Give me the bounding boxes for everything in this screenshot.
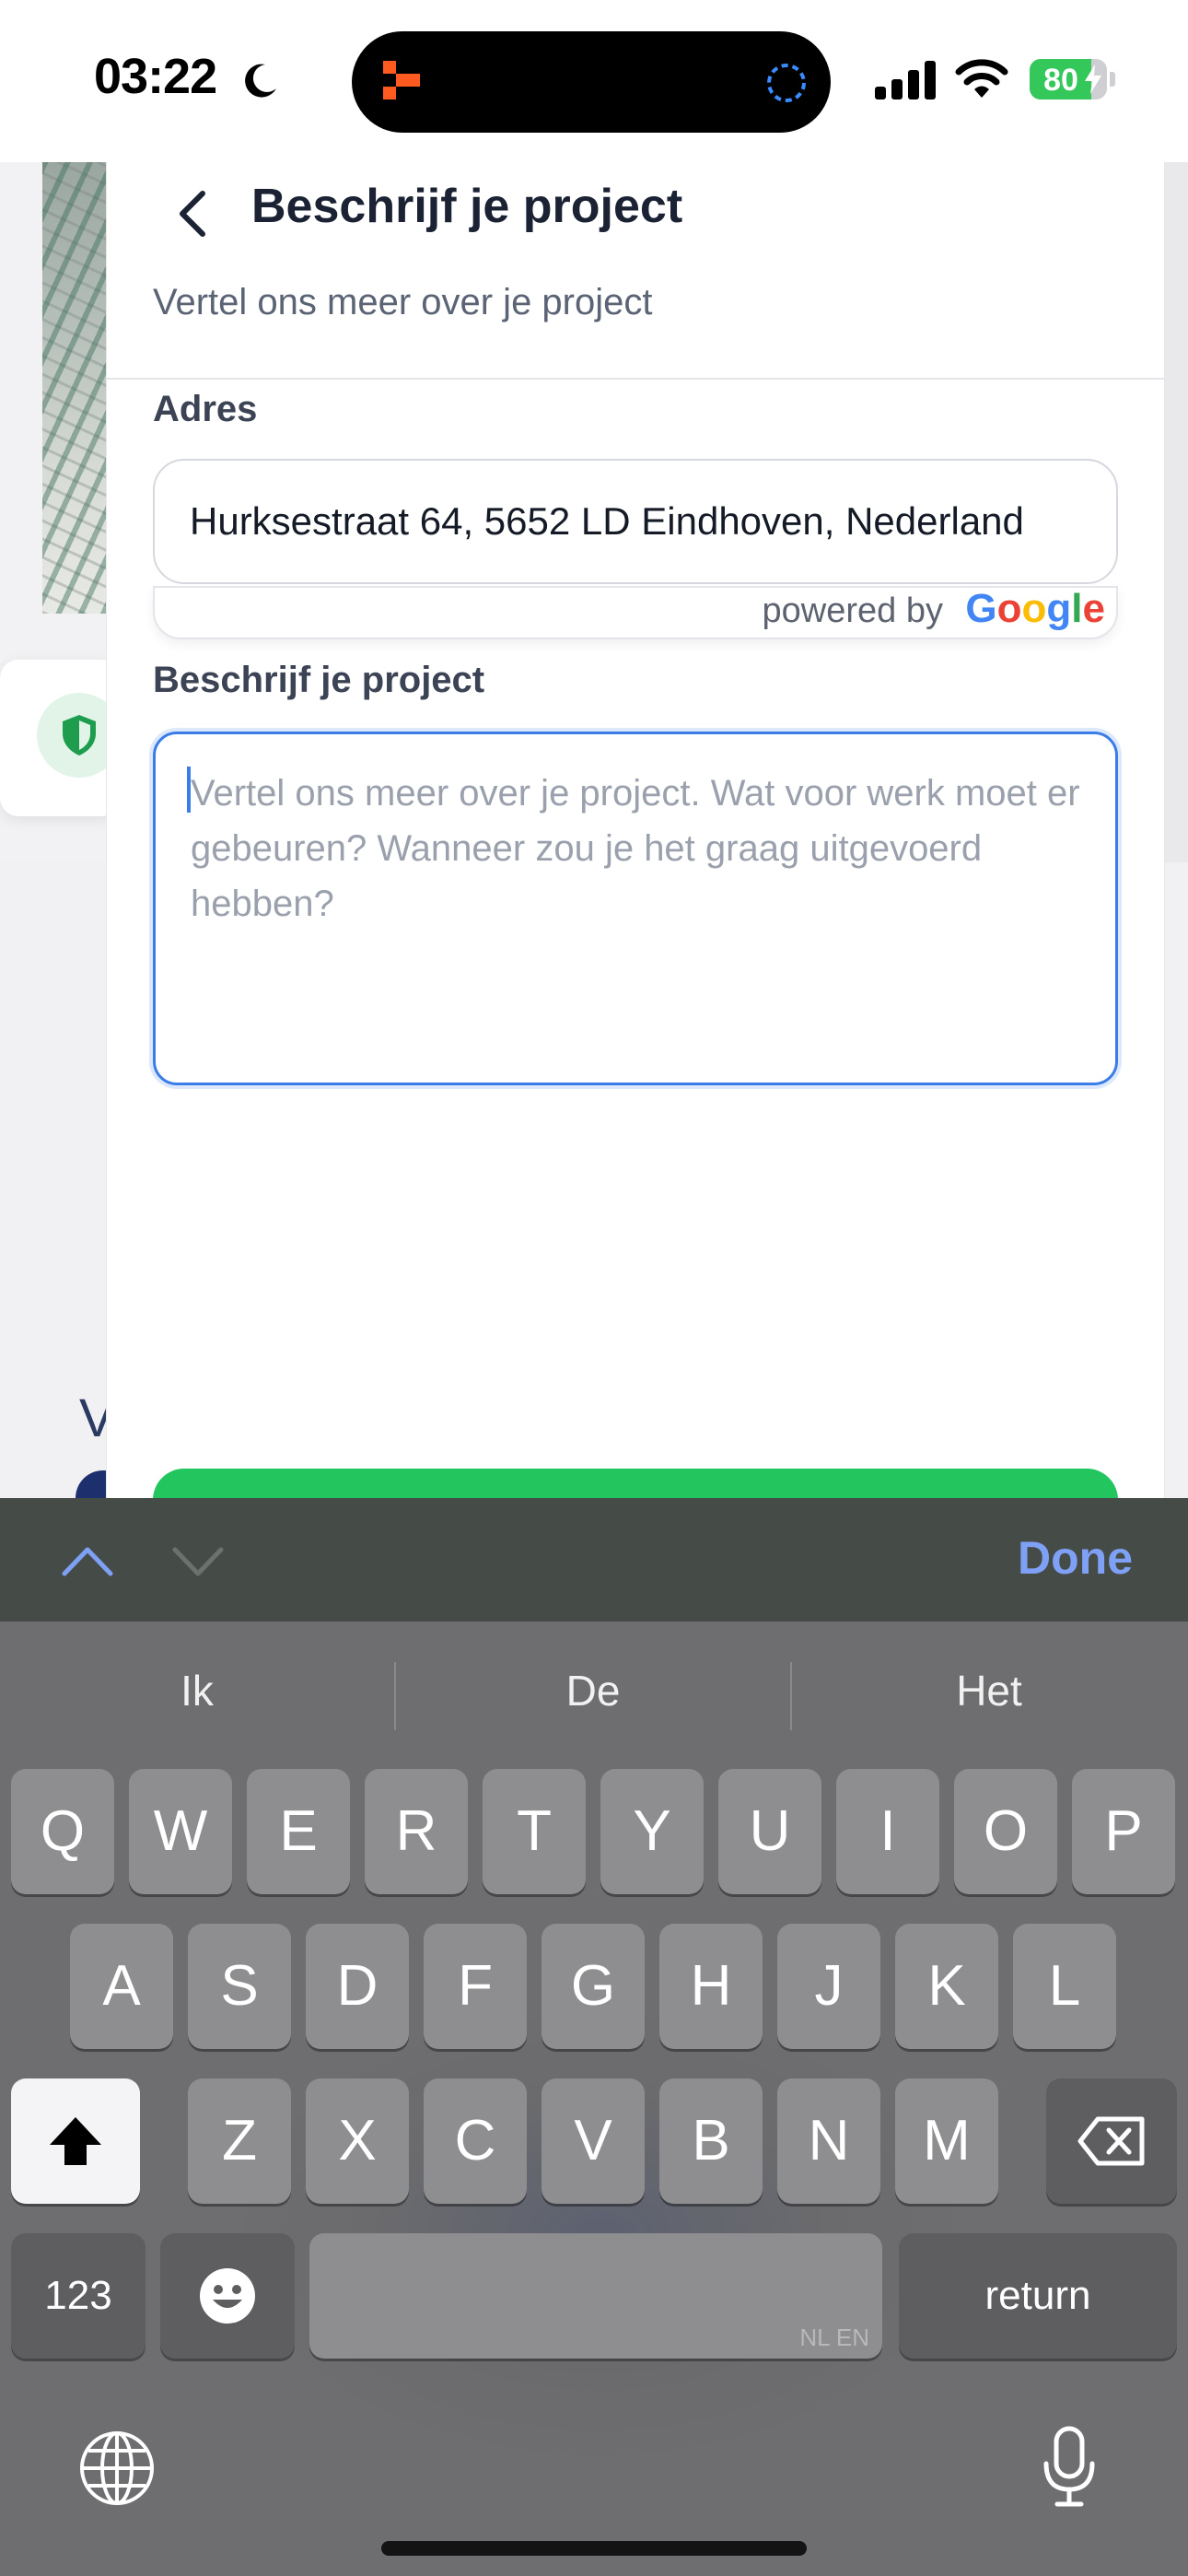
suggestion-3[interactable]: Het [792, 1622, 1186, 1760]
wifi-icon [955, 59, 1008, 98]
key-q[interactable]: Q [11, 1769, 114, 1894]
background-card [0, 660, 122, 816]
key-a[interactable]: A [70, 1924, 173, 2049]
key-w[interactable]: W [129, 1769, 232, 1894]
key-j[interactable]: J [777, 1924, 880, 2049]
key-h[interactable]: H [659, 1924, 763, 2049]
key-y[interactable]: Y [600, 1769, 704, 1894]
app-activity-icon [383, 61, 420, 100]
cellular-signal-icon [875, 61, 936, 100]
project-description-input[interactable] [153, 732, 1118, 1085]
globe-icon[interactable] [77, 2429, 157, 2508]
key-u[interactable]: U [718, 1769, 821, 1894]
charging-bolt-icon [1085, 64, 1101, 94]
key-d[interactable]: D [306, 1924, 409, 2049]
battery-indicator: 80 [1030, 59, 1115, 100]
key-b[interactable]: B [659, 2078, 763, 2204]
key-i[interactable]: I [836, 1769, 939, 1894]
page-subtitle: Vertel ons meer over je project [153, 282, 653, 322]
key-l[interactable]: L [1013, 1924, 1116, 2049]
key-r[interactable]: R [365, 1769, 468, 1894]
background-photo [42, 162, 116, 614]
emoji-key[interactable] [160, 2233, 295, 2359]
page-title: Beschrijf je project [251, 180, 683, 233]
home-indicator [381, 2541, 807, 2556]
google-logo: Google [965, 586, 1105, 631]
return-key[interactable]: return [899, 2233, 1177, 2359]
dashed-circle-icon [767, 64, 806, 102]
delete-key[interactable] [1046, 2078, 1177, 2204]
emoji-icon [200, 2268, 255, 2324]
keyboard-language-indicator: NL EN [799, 2324, 869, 2351]
status-time: 03:22 [94, 49, 217, 104]
keyboard-accessory-bar: Done [0, 1498, 1188, 1622]
address-label: Adres [153, 389, 258, 429]
previous-field-button[interactable] [55, 1531, 120, 1587]
chevron-left-icon [180, 191, 205, 237]
back-button[interactable] [157, 175, 230, 249]
suggestion-2[interactable]: De [396, 1622, 790, 1760]
key-z[interactable]: Z [188, 2078, 291, 2204]
numbers-key[interactable]: 123 [11, 2233, 146, 2359]
moon-icon [245, 64, 276, 98]
key-p[interactable]: P [1072, 1769, 1175, 1894]
key-k[interactable]: K [895, 1924, 998, 2049]
key-o[interactable]: O [954, 1769, 1057, 1894]
suggestion-1[interactable]: Ik [0, 1622, 394, 1760]
key-c[interactable]: C [424, 2078, 527, 2204]
key-m[interactable]: M [895, 2078, 998, 2204]
powered-by-text: powered by [762, 591, 943, 630]
text-caret [187, 767, 191, 813]
key-n[interactable]: N [777, 2078, 880, 2204]
divider [107, 378, 1164, 380]
key-g[interactable]: G [542, 1924, 645, 2049]
key-t[interactable]: T [483, 1769, 586, 1894]
key-e[interactable]: E [247, 1769, 350, 1894]
next-field-button[interactable] [166, 1531, 230, 1587]
shift-icon [50, 2117, 101, 2165]
address-input[interactable]: Hurksestraat 64, 5652 LD Eindhoven, Nede… [153, 459, 1118, 584]
key-f[interactable]: F [424, 1924, 527, 2049]
autocomplete-attribution: powered by Google [153, 586, 1118, 639]
shift-key[interactable] [11, 2078, 140, 2204]
done-button[interactable]: Done [1018, 1531, 1133, 1585]
key-v[interactable]: V [542, 2078, 645, 2204]
shield-icon [63, 715, 96, 755]
space-bar[interactable]: NL EN [309, 2233, 882, 2359]
project-sheet: Beschrijf je project Vertel ons meer ove… [107, 162, 1164, 1579]
keyboard: Done Ik De Het Q W E R T Y U I O P A S D… [0, 1498, 1188, 2576]
backspace-icon [1077, 2116, 1145, 2166]
key-x[interactable]: X [306, 2078, 409, 2204]
predictive-text-bar: Ik De Het [0, 1622, 1188, 1760]
microphone-icon[interactable] [1041, 2425, 1098, 2510]
project-description-label: Beschrijf je project [153, 660, 485, 700]
status-bar: 03:22 80 [0, 0, 1188, 162]
dynamic-island [352, 31, 831, 133]
key-s[interactable]: S [188, 1924, 291, 2049]
